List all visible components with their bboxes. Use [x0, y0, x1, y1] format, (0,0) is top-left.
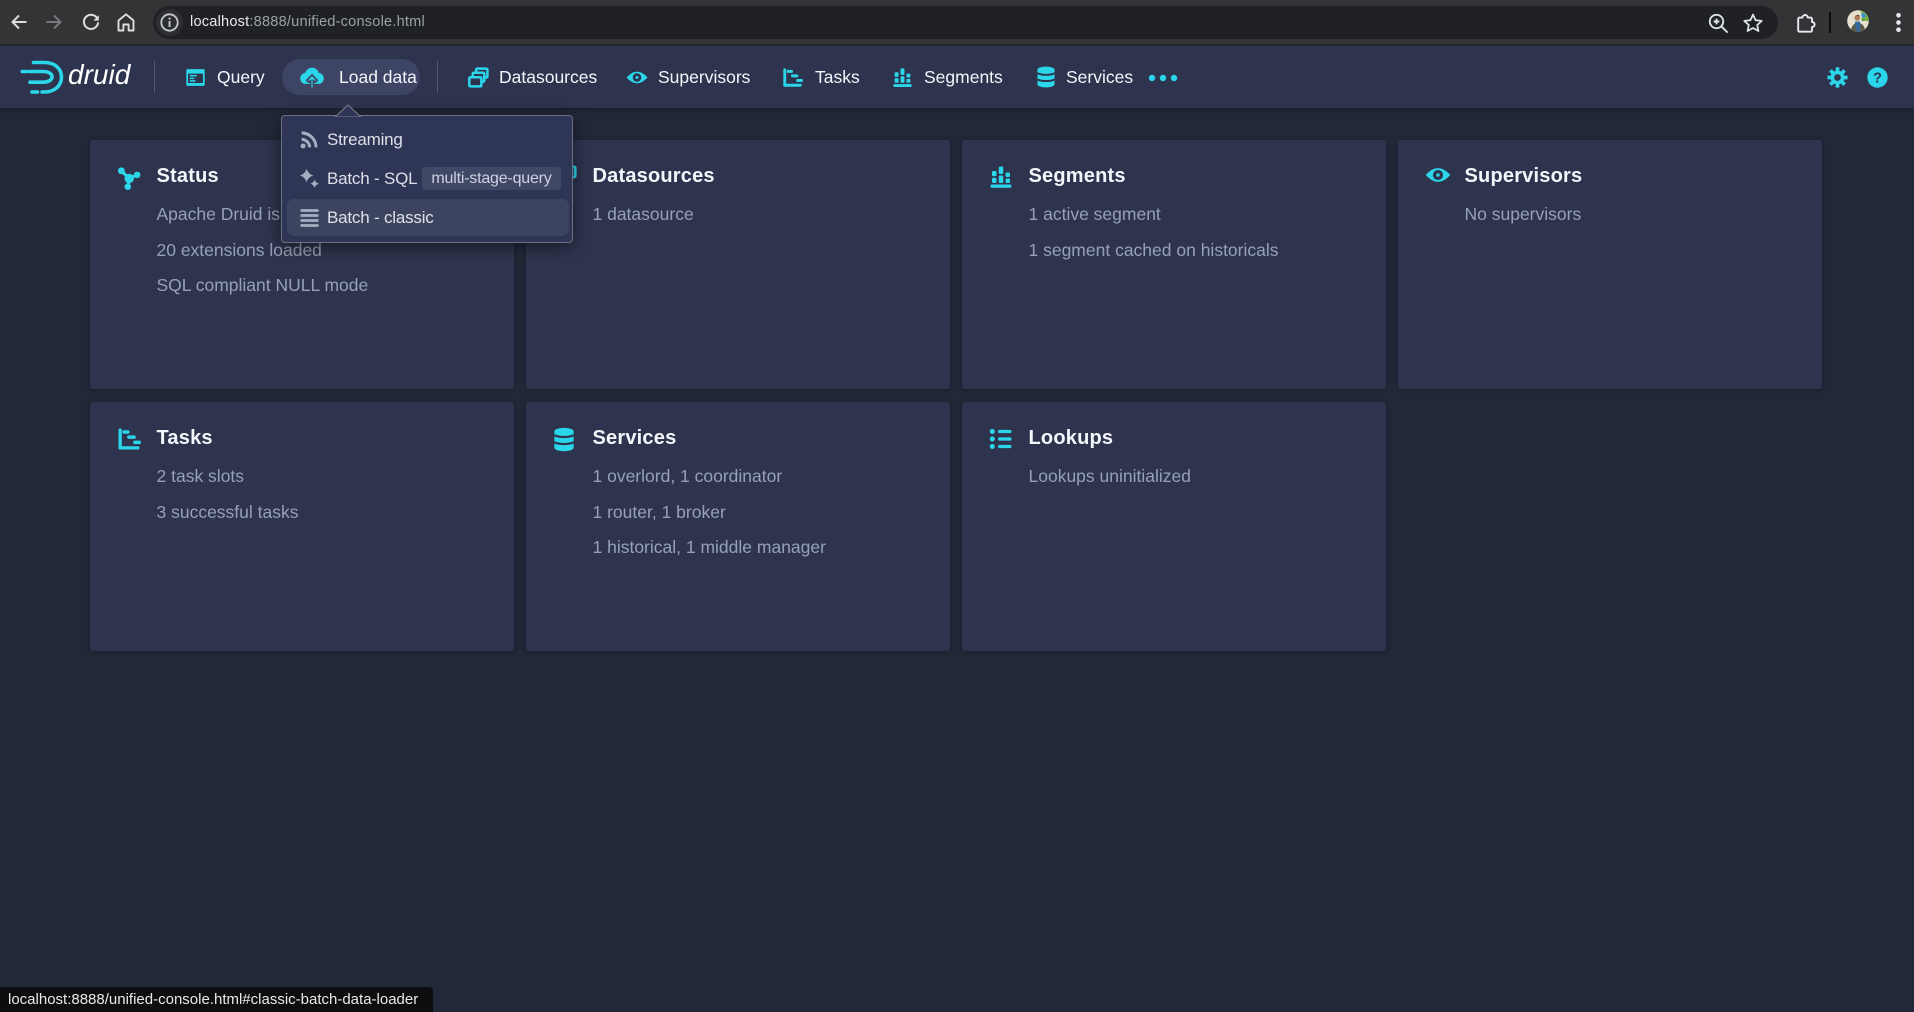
svg-text:?: ?: [1873, 71, 1882, 87]
